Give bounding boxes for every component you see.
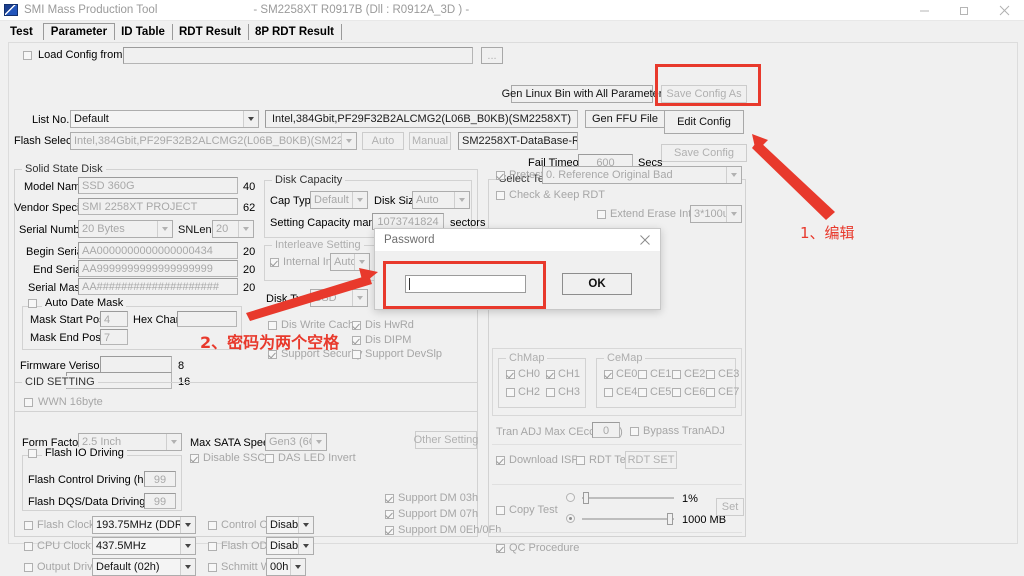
annotation-arrow-2: [246, 268, 378, 321]
output-driving-combo[interactable]: Default (02h): [92, 558, 196, 576]
schmitt-window-checkbox[interactable]: [208, 563, 217, 572]
output-driving-value: Default (02h): [96, 561, 160, 573]
output-driving-checkbox[interactable]: [24, 563, 33, 572]
annotation-step-2: 2、密码为两个空格: [200, 333, 340, 352]
schmitt-window-value: 00h: [270, 561, 289, 573]
schmitt-window-combo[interactable]: 00h: [266, 558, 306, 576]
chevron-down-icon[interactable]: [180, 559, 195, 575]
chevron-down-icon[interactable]: [290, 559, 305, 575]
